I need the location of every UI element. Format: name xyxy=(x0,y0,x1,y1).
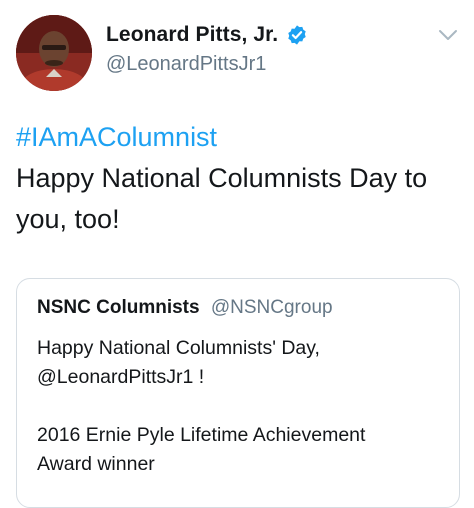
author-handle[interactable]: @LeonardPittsJr1 xyxy=(106,53,266,76)
quoted-tweet-card[interactable]: NSNC Columnists @NSNCgroup Happy Nationa… xyxy=(16,278,460,508)
quoted-text-line: Happy National Columnists' Day, xyxy=(37,337,320,359)
profile-photo-icon xyxy=(16,15,92,91)
tweet-text: #IAmAColumnist Happy National Columnists… xyxy=(16,117,456,240)
author-display-name[interactable]: Leonard Pitts, Jr. xyxy=(106,23,278,47)
chevron-down-icon[interactable] xyxy=(438,28,458,42)
quoted-tweet-header: NSNC Columnists @NSNCgroup xyxy=(37,297,333,319)
quoted-author-name: NSNC Columnists xyxy=(37,297,200,318)
avatar[interactable] xyxy=(16,15,92,91)
author-name-row: Leonard Pitts, Jr. xyxy=(106,23,308,47)
quoted-text-line: Award winner xyxy=(37,453,155,475)
verified-badge-icon xyxy=(288,25,306,45)
hashtag-link[interactable]: #IAmAColumnist xyxy=(16,117,456,158)
quoted-text-line: 2016 Ernie Pyle Lifetime Achievement xyxy=(37,424,366,446)
quoted-mention-line: @LeonardPittsJr1 ! xyxy=(37,366,205,388)
quoted-tweet-text: Happy National Columnists' Day, @Leonard… xyxy=(37,334,447,479)
quoted-author-handle: @NSNCgroup xyxy=(210,297,333,318)
tweet-body: Happy National Columnists Day to you, to… xyxy=(16,163,428,234)
